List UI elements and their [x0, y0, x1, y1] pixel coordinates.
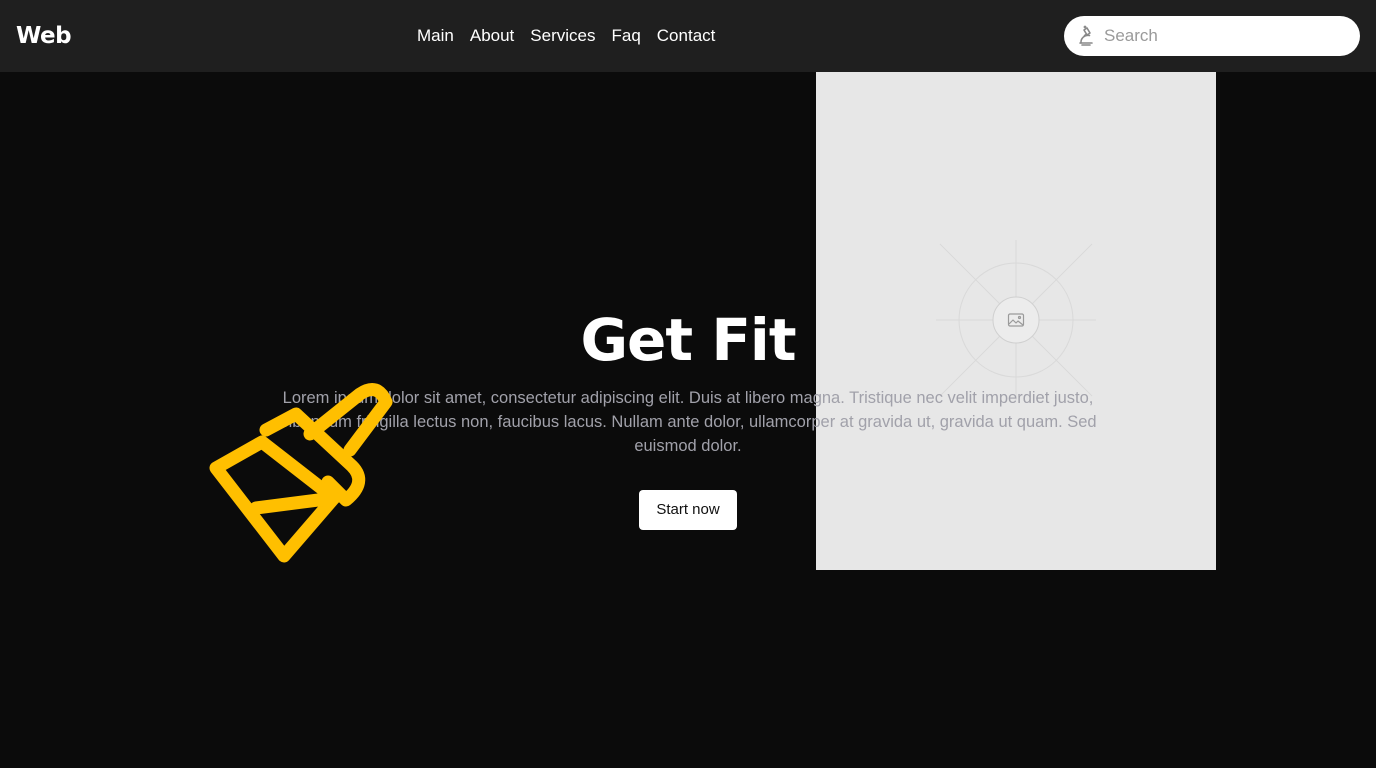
nav-link-services[interactable]: Services: [530, 24, 595, 48]
site-logo[interactable]: Web: [16, 20, 72, 52]
main-nav: Main About Services Faq Contact: [417, 24, 715, 48]
site-header: Web Main About Services Faq Contact: [0, 0, 1376, 72]
nav-link-contact[interactable]: Contact: [657, 24, 716, 48]
nav-link-faq[interactable]: Faq: [611, 24, 640, 48]
search-box: [1064, 16, 1360, 56]
microscope-icon: [1074, 24, 1098, 48]
nav-link-main[interactable]: Main: [417, 24, 454, 48]
paint-brush-icon: [200, 372, 400, 572]
search-input[interactable]: [1104, 16, 1344, 56]
hero-title: Get Fit: [580, 306, 796, 374]
nav-link-about[interactable]: About: [470, 24, 514, 48]
start-now-button[interactable]: Start now: [639, 490, 737, 530]
